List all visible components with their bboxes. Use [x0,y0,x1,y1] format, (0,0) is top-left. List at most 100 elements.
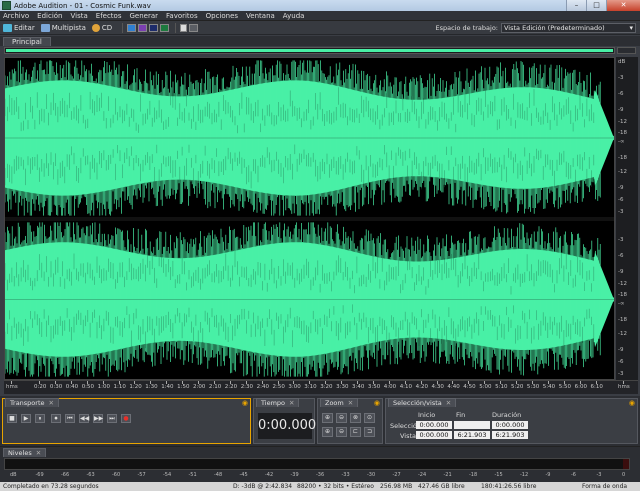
time-ruler-label: 1:40 [161,384,174,390]
vista-fin-field[interactable]: 6:21.903 [454,431,490,439]
play-button[interactable]: ▶ [21,414,31,423]
time-ruler-label: 1:30 [145,384,158,390]
overview-zoom-corner [617,47,636,54]
waveform-edit-icon [3,23,12,32]
time-ruler-tick [531,381,533,384]
close-icon[interactable]: ✕ [36,449,41,457]
multipista-label: Multipista [51,23,86,32]
panel-menu-icon[interactable]: ◉ [242,399,248,407]
zoom-tab-label: Zoom [325,399,344,407]
level-scale-label: -66 [61,472,70,478]
menu-archivo[interactable]: Archivo [3,12,29,20]
rewind-button[interactable]: ◀◀ [79,414,89,423]
waveform-display[interactable] [4,57,615,380]
tab-transporte[interactable]: Transporte ✕ [5,398,59,407]
time-ruler-label: 1:00 [97,384,110,390]
view-spectral-icon[interactable] [138,23,148,32]
time-ruler-tick [134,381,136,384]
clip-indicator[interactable] [623,459,629,469]
panel-menu-icon[interactable]: ◉ [374,399,380,407]
hand-tool-icon[interactable] [189,23,199,32]
zoom-in-horizontal-icon[interactable]: ⊕ [322,413,333,423]
time-ruler-tick [213,381,215,384]
close-icon[interactable]: ✕ [289,399,294,407]
close-icon[interactable]: ✕ [446,399,451,407]
db-label: -∞ [618,301,625,307]
seleccion-fin-field[interactable] [454,421,490,429]
time-selection-tool-icon[interactable] [180,23,188,32]
time-ruler-tick [54,381,56,384]
view-phase-icon[interactable] [160,23,170,32]
menu-efectos[interactable]: Efectos [96,12,122,20]
zoom-left-edge-icon[interactable]: ⊏ [350,427,361,437]
menu-opciones[interactable]: Opciones [206,12,238,20]
cd-icon [91,23,100,32]
time-ruler[interactable]: hms 0:20 0:30 0:40 0:50 1:00 1:10 1:20 1:30 1:40 1… [4,380,638,394]
zoom-right-edge-icon[interactable]: ⊐ [364,427,375,437]
close-icon[interactable]: ✕ [348,399,353,407]
menu-ventana[interactable]: Ventana [246,12,275,20]
menu-favoritos[interactable]: Favoritos [166,12,198,20]
db-label: -12 [618,119,627,125]
panel-menu-icon[interactable]: ◉ [629,399,635,407]
seleccion-duracion-field[interactable]: 0:00.000 [492,421,528,429]
tab-niveles[interactable]: Niveles ✕ [3,448,47,457]
zoom-out-full-icon[interactable]: ⊗ [350,413,361,423]
maximize-button[interactable]: □ [586,0,606,11]
zoom-out-horizontal-icon[interactable]: ⊖ [336,413,347,423]
fast-forward-button[interactable]: ▶▶ [93,414,103,423]
waveform-overview[interactable] [4,47,615,54]
stop-button[interactable]: ■ [7,414,17,423]
row-label-vista: Vista [400,432,417,440]
menu-generar[interactable]: Generar [129,12,158,20]
level-scale-label: -33 [341,472,350,478]
go-to-end-button[interactable]: ⏭ [107,414,117,423]
status-peak: D: -3dB @ 2:42.834 [233,483,293,490]
tab-zoom[interactable]: Zoom ✕ [320,398,359,407]
loop-button[interactable]: ⏺ [51,414,61,423]
time-ruler-label: 2:20 [224,384,238,390]
app-icon [2,1,11,10]
zoom-out-vertical-icon[interactable]: ⊖ [336,427,347,437]
close-button[interactable]: ✕ [606,0,640,11]
level-scale-label: -39 [290,472,299,478]
view-pan-icon[interactable] [149,23,159,32]
time-ruler-label: 4:00 [383,384,397,390]
editar-button[interactable]: Editar [3,23,35,32]
overview-range[interactable] [6,49,613,52]
time-ruler-tick [325,381,327,384]
level-scale-label: 0 [622,472,626,478]
close-icon[interactable]: ✕ [49,399,54,407]
menu-ayuda[interactable]: Ayuda [283,12,305,20]
vista-inicio-field[interactable]: 0:00.000 [416,431,452,439]
level-scale-label: -57 [137,472,146,478]
time-ruler-tick [388,381,390,384]
workspace-dropdown[interactable]: Vista Edición (Predeterminado) [501,23,636,33]
pause-button[interactable]: ⏸ [35,414,45,423]
tab-seleccion-vista[interactable]: Selección/vista ✕ [388,398,457,407]
tab-principal[interactable]: Principal [3,37,51,46]
menu-vista[interactable]: Vista [71,12,88,20]
multipista-button[interactable]: Multipista [40,23,86,32]
zoom-in-vertical-icon[interactable]: ⊕ [322,427,333,437]
view-waveform-icon[interactable] [127,23,137,32]
go-to-start-button[interactable]: ⏮ [65,414,75,423]
workspace-selector: Espacio de trabajo: Vista Edición (Prede… [435,23,636,33]
record-button[interactable]: ● [121,414,131,423]
time-ruler-tick [277,381,279,384]
tab-tiempo[interactable]: Tiempo ✕ [256,398,300,407]
level-scale-label: -9 [545,472,551,478]
waveform-canvas[interactable] [5,58,614,379]
levels-tab-label: Niveles [8,449,32,457]
toolbar-separator [175,22,177,33]
seleccion-inicio-field[interactable]: 0:00.000 [416,421,452,429]
cd-button[interactable]: CD [91,23,112,32]
db-label: -9 [618,107,624,113]
db-label: -18 [618,292,627,298]
zoom-selection-icon[interactable]: ⊙ [364,413,375,423]
menu-edicion[interactable]: Edición [37,12,62,20]
level-scale-label: -42 [265,472,274,478]
minimize-button[interactable]: – [566,0,586,11]
vista-duracion-field[interactable]: 6:21.903 [492,431,528,439]
time-ruler-tick [484,381,486,384]
